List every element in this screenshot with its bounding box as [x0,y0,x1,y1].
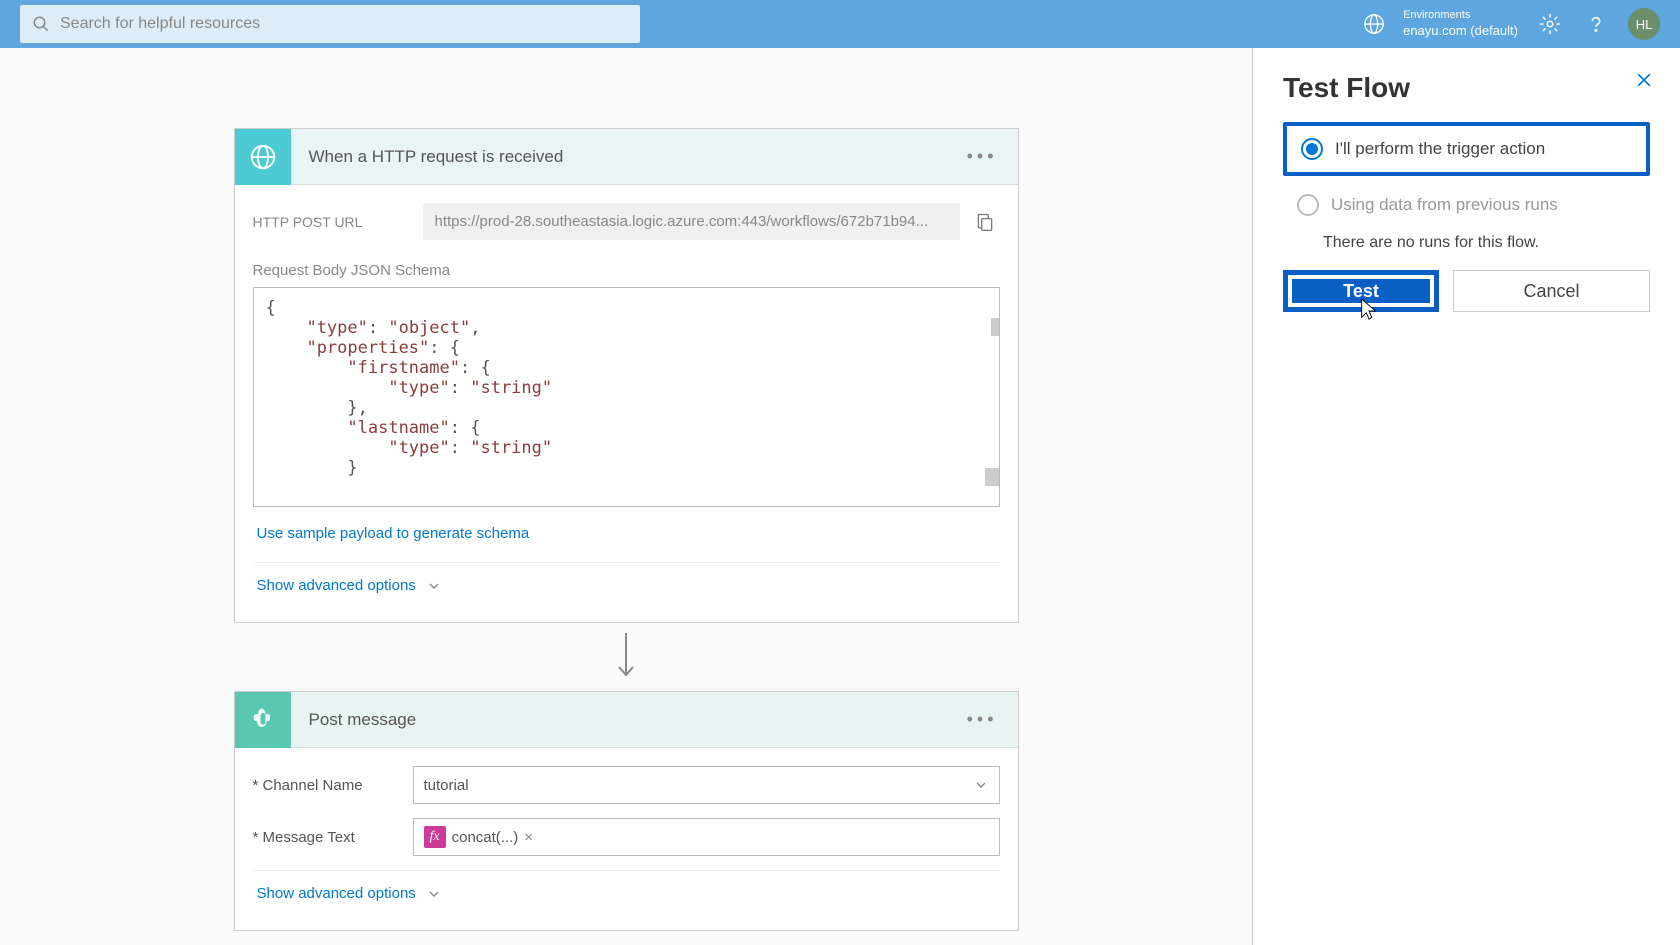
sample-payload-link[interactable]: Use sample payload to generate schema [257,525,530,542]
remove-expression-button[interactable]: × [524,829,533,846]
search-input[interactable] [60,15,628,33]
chevron-down-icon [426,578,442,594]
trigger-card: When a HTTP request is received ••• HTTP… [234,128,1019,623]
scrollbar-thumb[interactable] [991,318,999,336]
channel-label: * Channel Name [253,777,413,794]
test-button[interactable]: Test [1283,270,1439,312]
copy-url-button[interactable] [970,207,1000,237]
flow-arrow [0,633,1252,681]
channel-select[interactable]: tutorial [413,766,1000,804]
scrollbar-thumb[interactable] [985,468,999,486]
trigger-menu-button[interactable]: ••• [947,146,1018,167]
radio-label-2: Using data from previous runs [1331,195,1558,215]
action-header[interactable]: Post message ••• [235,692,1018,748]
radio-previous-runs: Using data from previous runs [1283,182,1650,228]
url-label: HTTP POST URL [253,214,413,230]
cursor-icon [1358,297,1380,323]
schema-label: Request Body JSON Schema [253,262,1000,279]
trigger-header[interactable]: When a HTTP request is received ••• [235,129,1018,185]
env-caption: Environments [1403,8,1518,22]
chevron-down-icon [426,886,442,902]
fx-pill: fx [424,826,446,848]
radio-trigger-action[interactable]: I'll perform the trigger action [1283,122,1650,176]
globe-icon [1363,13,1385,35]
teams-action-icon [235,692,291,748]
environment-label[interactable]: Environments enayu.com (default) [1403,8,1518,39]
search-icon [32,15,50,33]
topbar-right: Environments enayu.com (default) HL [1363,8,1660,40]
http-trigger-icon [235,129,291,185]
cancel-button[interactable]: Cancel [1453,270,1650,312]
trigger-title: When a HTTP request is received [291,147,947,167]
show-advanced-trigger[interactable]: Show advanced options [257,577,442,594]
test-flow-panel: Test Flow I'll perform the trigger actio… [1252,48,1680,945]
action-menu-button[interactable]: ••• [947,709,1018,730]
show-advanced-action[interactable]: Show advanced options [257,885,442,902]
top-bar: Environments enayu.com (default) HL [0,0,1680,48]
close-panel-button[interactable] [1634,70,1654,95]
radio-button-disabled [1297,194,1319,216]
fx-expression: concat(...) [452,829,519,846]
schema-editor[interactable]: { "type": "object", "properties": { "fir… [253,287,1000,507]
avatar[interactable]: HL [1628,8,1660,40]
settings-button[interactable] [1536,10,1564,38]
no-runs-message: There are no runs for this flow. [1323,234,1650,252]
action-title: Post message [291,710,947,730]
help-icon [1585,13,1607,35]
search-box[interactable] [20,5,640,43]
close-icon [1634,70,1654,90]
action-card: Post message ••• * Channel Name tutorial… [234,691,1019,931]
flow-canvas[interactable]: When a HTTP request is received ••• HTTP… [0,48,1252,945]
copy-icon [975,211,995,233]
gear-icon [1539,13,1561,35]
help-button[interactable] [1582,10,1610,38]
message-input[interactable]: fx concat(...) × [413,818,1000,856]
panel-title: Test Flow [1283,72,1650,104]
chevron-down-icon [973,777,989,793]
url-field[interactable] [423,203,960,240]
radio-label-1: I'll perform the trigger action [1335,139,1545,159]
channel-value: tutorial [424,777,469,794]
radio-button-checked[interactable] [1301,138,1323,160]
env-name: enayu.com (default) [1403,23,1518,40]
message-label: * Message Text [253,829,413,846]
